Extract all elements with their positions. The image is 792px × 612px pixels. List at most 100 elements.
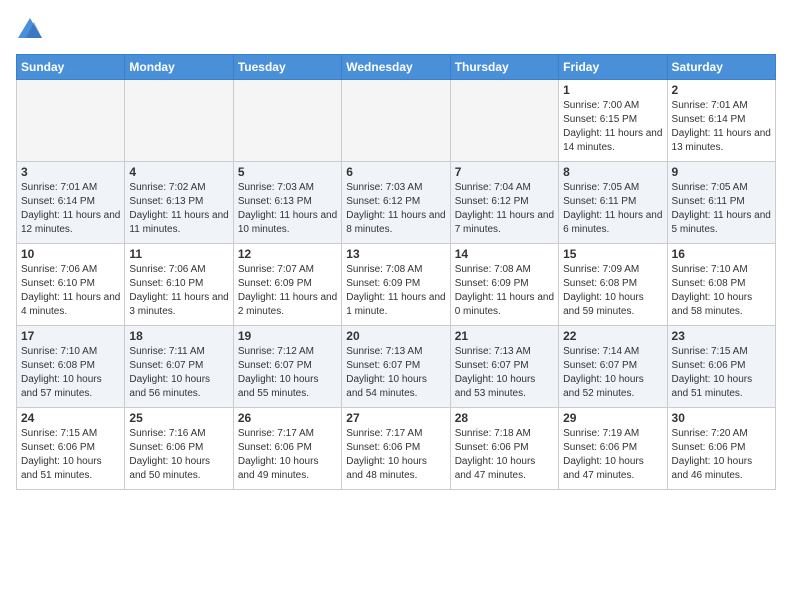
day-number: 22 [563, 329, 662, 343]
calendar-cell: 18 Sunrise: 7:11 AM Sunset: 6:07 PM Dayli… [125, 326, 233, 408]
day-number: 16 [672, 247, 771, 261]
calendar-cell [125, 80, 233, 162]
weekday-header: Wednesday [342, 55, 450, 80]
day-number: 4 [129, 165, 228, 179]
weekday-header: Tuesday [233, 55, 341, 80]
day-info: Sunrise: 7:14 AM Sunset: 6:07 PM Dayligh… [563, 345, 662, 401]
day-info: Sunrise: 7:04 AM Sunset: 6:12 PM Dayligh… [455, 181, 554, 237]
day-info: Sunrise: 7:08 AM Sunset: 6:09 PM Dayligh… [346, 263, 445, 319]
calendar-week-row: 24 Sunrise: 7:15 AM Sunset: 6:06 PM Dayli… [17, 408, 776, 490]
day-info: Sunrise: 7:19 AM Sunset: 6:06 PM Dayligh… [563, 427, 662, 483]
calendar-cell: 8 Sunrise: 7:05 AM Sunset: 6:11 PM Daylig… [559, 162, 667, 244]
calendar-cell: 13 Sunrise: 7:08 AM Sunset: 6:09 PM Dayli… [342, 244, 450, 326]
day-info: Sunrise: 7:16 AM Sunset: 6:06 PM Dayligh… [129, 427, 228, 483]
day-number: 15 [563, 247, 662, 261]
day-number: 27 [346, 411, 445, 425]
day-info: Sunrise: 7:12 AM Sunset: 6:07 PM Dayligh… [238, 345, 337, 401]
day-number: 5 [238, 165, 337, 179]
calendar-cell [450, 80, 558, 162]
day-info: Sunrise: 7:05 AM Sunset: 6:11 PM Dayligh… [672, 181, 771, 237]
day-info: Sunrise: 7:03 AM Sunset: 6:13 PM Dayligh… [238, 181, 337, 237]
calendar-cell [17, 80, 125, 162]
calendar-cell: 14 Sunrise: 7:08 AM Sunset: 6:09 PM Dayli… [450, 244, 558, 326]
weekday-header: Thursday [450, 55, 558, 80]
calendar-cell: 15 Sunrise: 7:09 AM Sunset: 6:08 PM Dayli… [559, 244, 667, 326]
day-number: 7 [455, 165, 554, 179]
day-number: 25 [129, 411, 228, 425]
day-number: 8 [563, 165, 662, 179]
calendar-cell: 29 Sunrise: 7:19 AM Sunset: 6:06 PM Dayli… [559, 408, 667, 490]
day-info: Sunrise: 7:15 AM Sunset: 6:06 PM Dayligh… [672, 345, 771, 401]
logo [16, 16, 48, 44]
day-number: 17 [21, 329, 120, 343]
day-info: Sunrise: 7:00 AM Sunset: 6:15 PM Dayligh… [563, 99, 662, 155]
day-info: Sunrise: 7:11 AM Sunset: 6:07 PM Dayligh… [129, 345, 228, 401]
day-number: 1 [563, 83, 662, 97]
day-number: 14 [455, 247, 554, 261]
day-info: Sunrise: 7:15 AM Sunset: 6:06 PM Dayligh… [21, 427, 120, 483]
calendar-cell: 24 Sunrise: 7:15 AM Sunset: 6:06 PM Dayli… [17, 408, 125, 490]
calendar-cell: 21 Sunrise: 7:13 AM Sunset: 6:07 PM Dayli… [450, 326, 558, 408]
weekday-header: Monday [125, 55, 233, 80]
day-number: 28 [455, 411, 554, 425]
day-info: Sunrise: 7:13 AM Sunset: 6:07 PM Dayligh… [455, 345, 554, 401]
calendar-cell: 6 Sunrise: 7:03 AM Sunset: 6:12 PM Daylig… [342, 162, 450, 244]
calendar-cell: 10 Sunrise: 7:06 AM Sunset: 6:10 PM Dayli… [17, 244, 125, 326]
day-number: 19 [238, 329, 337, 343]
day-info: Sunrise: 7:05 AM Sunset: 6:11 PM Dayligh… [563, 181, 662, 237]
calendar-cell: 1 Sunrise: 7:00 AM Sunset: 6:15 PM Daylig… [559, 80, 667, 162]
weekday-header: Sunday [17, 55, 125, 80]
day-info: Sunrise: 7:03 AM Sunset: 6:12 PM Dayligh… [346, 181, 445, 237]
day-number: 26 [238, 411, 337, 425]
day-info: Sunrise: 7:06 AM Sunset: 6:10 PM Dayligh… [21, 263, 120, 319]
day-number: 9 [672, 165, 771, 179]
day-info: Sunrise: 7:17 AM Sunset: 6:06 PM Dayligh… [346, 427, 445, 483]
calendar-cell: 23Sunrise: 7:15 AM Sunset: 6:06 PM Dayli… [667, 326, 775, 408]
calendar-cell: 2 Sunrise: 7:01 AM Sunset: 6:14 PM Daylig… [667, 80, 775, 162]
calendar-week-row: 17 Sunrise: 7:10 AM Sunset: 6:08 PM Dayli… [17, 326, 776, 408]
day-info: Sunrise: 7:09 AM Sunset: 6:08 PM Dayligh… [563, 263, 662, 319]
calendar-cell: 28 Sunrise: 7:18 AM Sunset: 6:06 PM Dayli… [450, 408, 558, 490]
calendar: SundayMondayTuesdayWednesdayThursdayFrid… [16, 54, 776, 490]
day-info: Sunrise: 7:06 AM Sunset: 6:10 PM Dayligh… [129, 263, 228, 319]
day-number: 12 [238, 247, 337, 261]
calendar-cell [342, 80, 450, 162]
day-number: 2 [672, 83, 771, 97]
day-number: 24 [21, 411, 120, 425]
calendar-cell: 7 Sunrise: 7:04 AM Sunset: 6:12 PM Daylig… [450, 162, 558, 244]
day-number: 10 [21, 247, 120, 261]
day-info: Sunrise: 7:18 AM Sunset: 6:06 PM Dayligh… [455, 427, 554, 483]
page: SundayMondayTuesdayWednesdayThursdayFrid… [0, 0, 792, 500]
day-number: 6 [346, 165, 445, 179]
calendar-cell: 26 Sunrise: 7:17 AM Sunset: 6:06 PM Dayli… [233, 408, 341, 490]
day-info: Sunrise: 7:01 AM Sunset: 6:14 PM Dayligh… [21, 181, 120, 237]
calendar-cell: 19 Sunrise: 7:12 AM Sunset: 6:07 PM Dayli… [233, 326, 341, 408]
calendar-cell [233, 80, 341, 162]
calendar-week-row: 3Sunrise: 7:01 AM Sunset: 6:14 PM Daylig… [17, 162, 776, 244]
day-info: Sunrise: 7:17 AM Sunset: 6:06 PM Dayligh… [238, 427, 337, 483]
day-info: Sunrise: 7:10 AM Sunset: 6:08 PM Dayligh… [672, 263, 771, 319]
day-number: 20 [346, 329, 445, 343]
day-number: 11 [129, 247, 228, 261]
calendar-cell: 4Sunrise: 7:02 AM Sunset: 6:13 PM Daylig… [125, 162, 233, 244]
day-info: Sunrise: 7:01 AM Sunset: 6:14 PM Dayligh… [672, 99, 771, 155]
day-number: 29 [563, 411, 662, 425]
header [16, 16, 776, 44]
day-number: 30 [672, 411, 771, 425]
weekday-header-row: SundayMondayTuesdayWednesdayThursdayFrid… [17, 55, 776, 80]
day-info: Sunrise: 7:13 AM Sunset: 6:07 PM Dayligh… [346, 345, 445, 401]
day-number: 21 [455, 329, 554, 343]
calendar-cell: 11 Sunrise: 7:06 AM Sunset: 6:10 PM Dayli… [125, 244, 233, 326]
weekday-header: Saturday [667, 55, 775, 80]
calendar-week-row: 10 Sunrise: 7:06 AM Sunset: 6:10 PM Dayli… [17, 244, 776, 326]
logo-icon [16, 16, 44, 44]
day-info: Sunrise: 7:08 AM Sunset: 6:09 PM Dayligh… [455, 263, 554, 319]
calendar-cell: 30Sunrise: 7:20 AM Sunset: 6:06 PM Dayli… [667, 408, 775, 490]
day-number: 18 [129, 329, 228, 343]
day-number: 13 [346, 247, 445, 261]
calendar-cell: 27 Sunrise: 7:17 AM Sunset: 6:06 PM Dayli… [342, 408, 450, 490]
day-info: Sunrise: 7:10 AM Sunset: 6:08 PM Dayligh… [21, 345, 120, 401]
weekday-header: Friday [559, 55, 667, 80]
calendar-cell: 12Sunrise: 7:07 AM Sunset: 6:09 PM Dayli… [233, 244, 341, 326]
calendar-cell: 20 Sunrise: 7:13 AM Sunset: 6:07 PM Dayli… [342, 326, 450, 408]
